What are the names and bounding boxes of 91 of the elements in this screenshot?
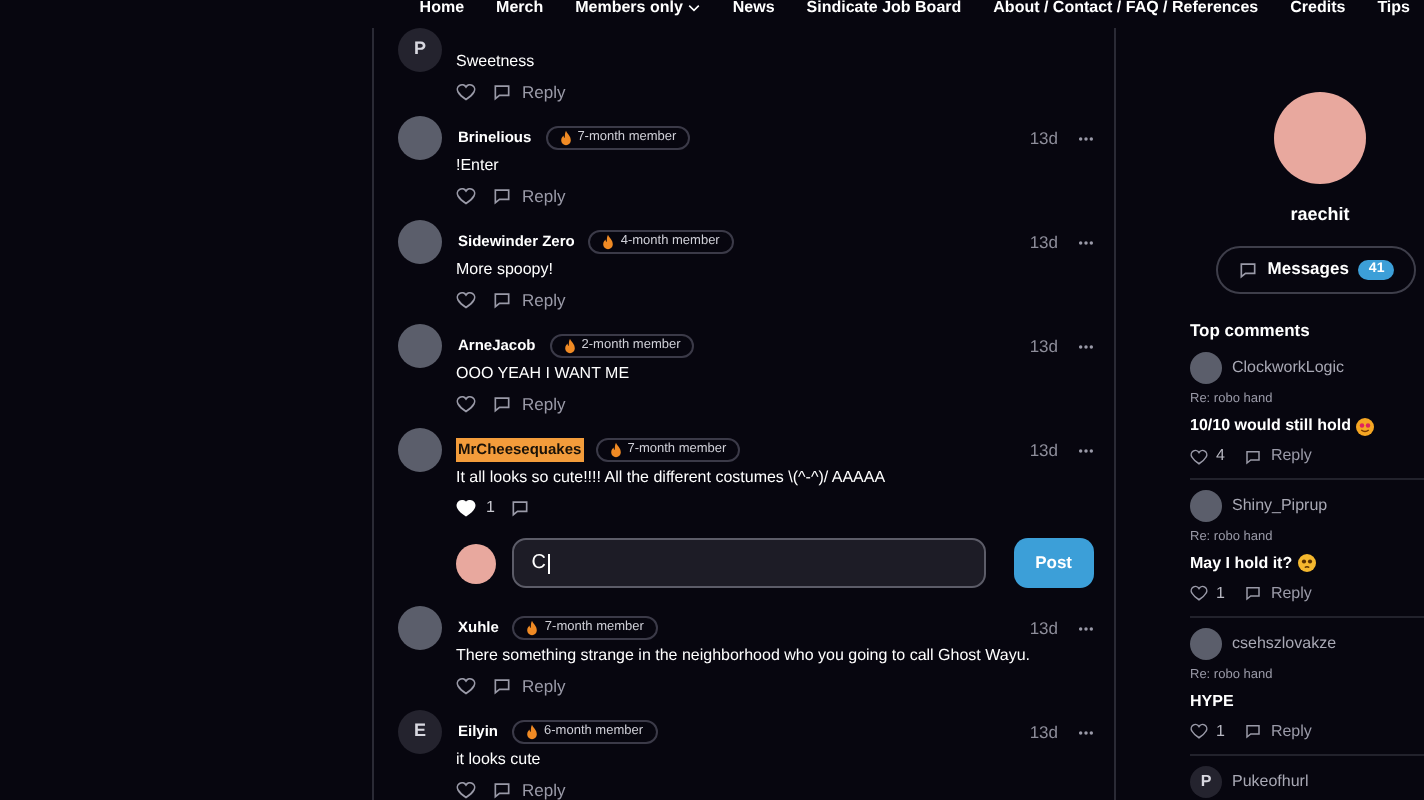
reply-link[interactable]: Reply	[1270, 581, 1312, 606]
reply-link[interactable]: Reply	[522, 391, 566, 417]
flame-icon	[559, 130, 572, 146]
commenter-name[interactable]: Pukeofhurl	[1232, 769, 1309, 793]
nav-link[interactable]: News	[732, 0, 775, 20]
comment-icon[interactable]	[492, 780, 512, 800]
more-icon[interactable]	[1078, 447, 1094, 453]
chevron-down-icon[interactable]	[688, 4, 701, 12]
comment-icon[interactable]	[492, 290, 512, 310]
avatar-image	[398, 324, 442, 368]
like-count: 4	[1216, 444, 1225, 468]
comment-text: it looks cute	[456, 748, 543, 772]
more-icon[interactable]	[1078, 239, 1094, 245]
heart-icon[interactable]	[456, 82, 476, 102]
more-icon[interactable]	[1078, 729, 1094, 735]
more-icon[interactable]	[1078, 343, 1094, 349]
nav-link[interactable]: Credits	[1290, 0, 1346, 20]
avatar-image	[1190, 352, 1222, 385]
reply-link[interactable]: Reply	[522, 287, 566, 313]
profile-username: raechit	[1290, 202, 1350, 228]
flame-icon	[609, 442, 622, 458]
comment-icon[interactable]	[1244, 722, 1263, 740]
comment-text: !Enter	[456, 154, 501, 178]
comment-text: OOO YEAH I WANT ME	[456, 362, 632, 386]
comment-time: 13d	[1029, 333, 1058, 359]
commenter-name[interactable]: ClockworkLogic	[1232, 356, 1345, 381]
flame-icon	[526, 724, 539, 740]
avatar-initial: P	[398, 28, 442, 72]
nav-link[interactable]: Members only	[575, 0, 701, 20]
commenter-name[interactable]: csehszlovakze	[1232, 631, 1337, 656]
comment-icon[interactable]	[492, 394, 512, 414]
comment-time: 13d	[1029, 615, 1058, 641]
input-value: C	[531, 550, 546, 578]
avatar-image	[398, 606, 442, 650]
like-count: 1	[486, 496, 495, 520]
comment-text: Sweetness	[456, 50, 537, 74]
avatar-image	[398, 220, 442, 264]
like-count: 1	[1216, 719, 1225, 743]
comment-text: 10/10 would still hold	[1190, 414, 1351, 438]
nav-link[interactable]: Home	[419, 0, 465, 20]
reply-link[interactable]: Reply	[522, 183, 566, 209]
comment-text: It all looks so cute!!!! All the different costumes \(^-^)/ AAAAA	[456, 466, 888, 490]
reply-link[interactable]: Reply	[1270, 444, 1312, 468]
heart-icon[interactable]	[456, 186, 476, 206]
avatar-initial: P	[1190, 765, 1222, 797]
more-icon[interactable]	[1078, 135, 1094, 141]
comment-icon[interactable]	[1244, 584, 1263, 603]
avatar-initial: E	[398, 710, 442, 754]
more-icon[interactable]	[1078, 625, 1094, 631]
like-count: 1	[1216, 581, 1225, 606]
heart-icon[interactable]	[1190, 722, 1208, 740]
commenter-name[interactable]: Shiny_Piprup	[1232, 494, 1328, 518]
comment-time: 13d	[1029, 719, 1058, 745]
heart-icon[interactable]	[456, 290, 476, 310]
heart-icon[interactable]	[456, 394, 476, 414]
top-comments-heading: Top comments	[1190, 317, 1312, 343]
comment-icon[interactable]	[1237, 259, 1258, 279]
flame-icon	[563, 338, 576, 354]
avatar-image	[398, 116, 442, 160]
reply-link[interactable]: Reply	[1270, 719, 1312, 743]
comment-time: 13d	[1029, 229, 1058, 255]
nav-link[interactable]: Merch	[496, 0, 544, 20]
comment-icon[interactable]	[492, 186, 512, 206]
comment-time: 13d	[1029, 437, 1058, 463]
comment-text: May I hold it?	[1190, 551, 1293, 576]
reply-input-field[interactable]: C	[511, 538, 986, 588]
heart-icon[interactable]	[1190, 447, 1208, 465]
comment-icon[interactable]	[492, 82, 512, 102]
flame-icon	[602, 234, 615, 250]
reply-link[interactable]: Reply	[522, 673, 566, 699]
avatar-image	[1190, 627, 1222, 660]
heart-icon[interactable]	[1190, 584, 1208, 603]
profile-avatar	[1274, 92, 1366, 184]
comment-text: More spoopy!	[456, 258, 555, 282]
comment-text: There something strange in the neighborhood who you going to call Ghost Wayu.	[456, 644, 1032, 668]
nav-link[interactable]: Sindicate Job Board	[806, 0, 962, 20]
avatar-image	[1190, 490, 1222, 522]
reply-link[interactable]: Reply	[522, 79, 566, 105]
comment-icon[interactable]	[510, 498, 531, 518]
heart-icon[interactable]	[456, 780, 476, 800]
avatar-image	[398, 428, 442, 472]
comment-time: 13d	[1029, 125, 1058, 151]
comment-text: HYPE	[1190, 689, 1234, 713]
heart-icon[interactable]	[456, 676, 476, 696]
flame-icon	[526, 620, 539, 636]
comment-icon[interactable]	[492, 676, 512, 696]
reply-link[interactable]: Reply	[522, 777, 566, 800]
nav-link[interactable]: About / Contact / FAQ / References	[993, 0, 1259, 20]
user-avatar	[456, 543, 496, 583]
nav-link[interactable]: Tips	[1377, 0, 1410, 20]
comment-icon[interactable]	[1244, 447, 1263, 465]
